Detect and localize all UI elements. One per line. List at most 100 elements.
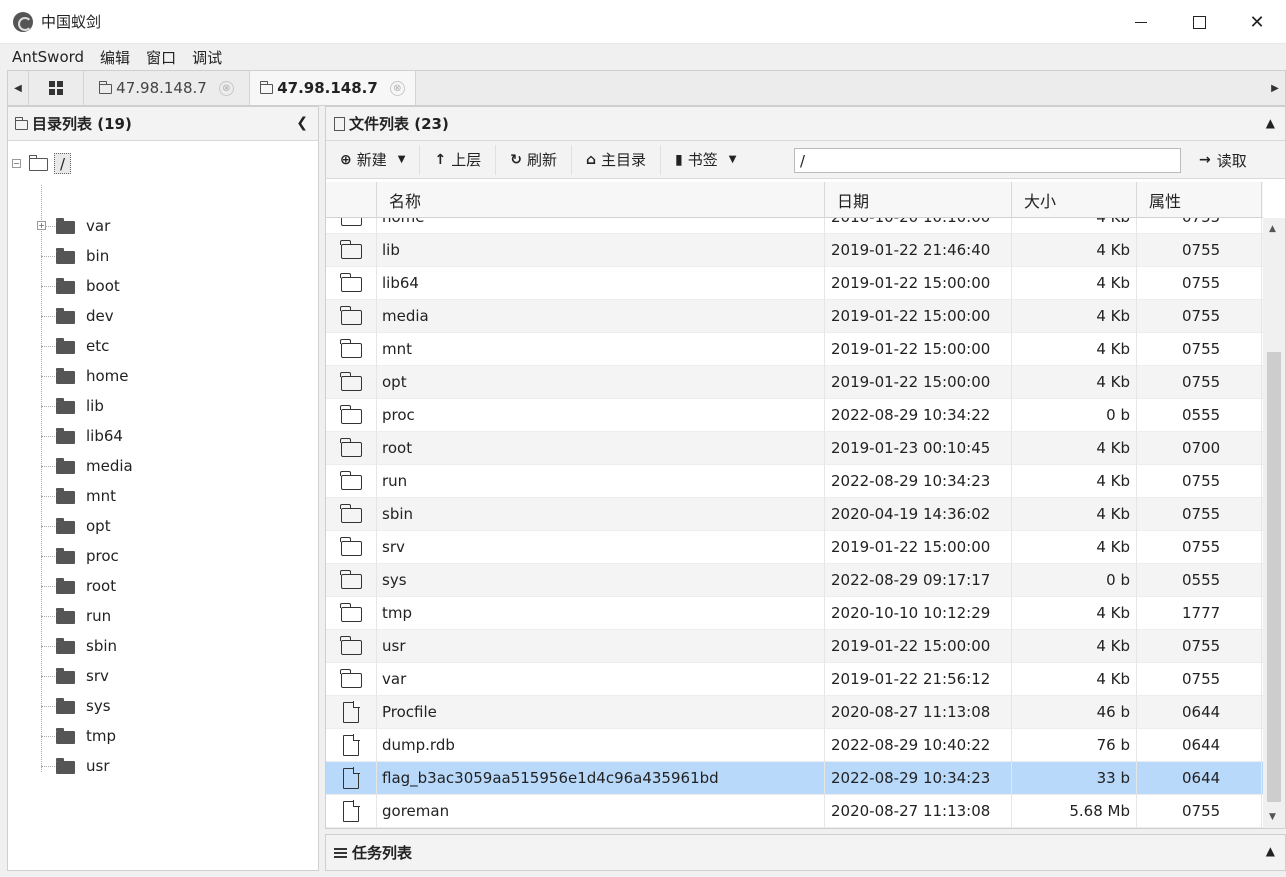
table-row[interactable]: sbin 2020-04-19 14:36:02 4 Kb 0755 — [326, 497, 1263, 531]
close-window-button[interactable]: ✕ — [1228, 0, 1286, 44]
menu-debug[interactable]: 调试 — [192, 47, 222, 68]
table-row[interactable]: media 2019-01-22 15:00:00 4 Kb 0755 — [326, 299, 1263, 333]
tree-item-usr[interactable]: usr — [41, 751, 110, 781]
tree-item-lib[interactable]: lib — [41, 391, 104, 421]
table-row[interactable]: var 2019-01-22 21:56:12 4 Kb 0755 — [326, 662, 1263, 696]
table-row[interactable]: sys 2022-08-29 09:17:17 0 b 0555 — [326, 563, 1263, 597]
refresh-button[interactable]: ↻ 刷新 — [496, 144, 572, 175]
table-row[interactable]: proc 2022-08-29 10:34:22 0 b 0555 — [326, 398, 1263, 432]
file-attr: 0755 — [1137, 365, 1262, 399]
expand-toggle-icon[interactable]: + — [37, 221, 46, 230]
tree-item-run[interactable]: run — [41, 601, 111, 631]
tree-item-opt[interactable]: opt — [41, 511, 111, 541]
table-row[interactable]: srv 2019-01-22 15:00:00 4 Kb 0755 — [326, 530, 1263, 564]
tree-item-tmp[interactable]: tmp — [41, 721, 116, 751]
plus-circle-icon: ⊕ — [340, 151, 352, 168]
tree-item-home[interactable]: home — [41, 361, 129, 391]
tab-close-icon[interactable]: ⊗ — [218, 80, 234, 96]
file-size: 5.68 Mb — [1012, 794, 1137, 828]
column-size[interactable]: 大小 — [1012, 182, 1137, 218]
folder-icon — [56, 367, 75, 384]
file-date: 2019-01-22 21:56:12 — [825, 662, 1012, 696]
tree-item-proc[interactable]: proc — [41, 541, 119, 571]
menu-antsword[interactable]: AntSword — [12, 48, 84, 66]
tree-item-label: usr — [86, 757, 110, 775]
maximize-button[interactable] — [1170, 0, 1228, 44]
scroll-up-icon[interactable]: ▲ — [1269, 224, 1276, 234]
up-level-button[interactable]: ↑ 上层 — [420, 144, 497, 175]
task-panel-header[interactable]: 任务列表 ▲ — [325, 834, 1286, 871]
table-row[interactable]: tmp 2020-10-10 10:12:29 4 Kb 1777 — [326, 596, 1263, 630]
table-row[interactable]: root 2019-01-23 00:10:45 4 Kb 0700 — [326, 431, 1263, 465]
file-panel-header: 文件列表 (23) ▲ — [326, 107, 1285, 141]
tree-item-srv[interactable]: srv — [41, 661, 109, 691]
folder-icon — [340, 438, 362, 457]
folder-open-icon — [29, 155, 48, 171]
table-row[interactable]: home2018-10-20 10:10:004 Kb0755 — [326, 218, 1263, 234]
tab-scroll-left-icon[interactable]: ◀ — [8, 71, 28, 105]
file-date: 2018-10-20 10:10:00 — [825, 218, 1012, 234]
tab-shell-1[interactable]: 47.98.148.7 ⊗ — [84, 71, 250, 105]
tree-item-sys[interactable]: sys — [41, 691, 111, 721]
folder-icon — [260, 81, 274, 94]
tree-item-sbin[interactable]: sbin — [41, 631, 117, 661]
tree-item-dev[interactable]: dev — [41, 301, 114, 331]
file-date: 2022-08-29 10:34:22 — [825, 398, 1012, 432]
file-attr: 0755 — [1137, 629, 1262, 663]
collapse-toggle-icon[interactable]: − — [12, 159, 21, 168]
table-row[interactable]: flag_b3ac3059aa515956e1d4c96a435961bd 202… — [326, 761, 1263, 795]
tree-item-var[interactable]: + var — [37, 211, 110, 241]
tree-item-bin[interactable]: bin — [41, 241, 109, 271]
column-attr[interactable]: 属性 — [1137, 182, 1262, 218]
tree-root[interactable]: − / — [12, 153, 72, 174]
table-row[interactable]: run 2022-08-29 10:34:23 4 Kb 0755 — [326, 464, 1263, 498]
tree-item-lib64[interactable]: lib64 — [41, 421, 123, 451]
path-input[interactable] — [794, 148, 1181, 173]
table-row[interactable]: mnt 2019-01-22 15:00:00 4 Kb 0755 — [326, 332, 1263, 366]
table-row[interactable]: Procfile 2020-08-27 11:13:08 46 b 0644 — [326, 695, 1263, 729]
column-date[interactable]: 日期 — [825, 182, 1012, 218]
menu-edit[interactable]: 编辑 — [100, 47, 130, 68]
file-table-body: home2018-10-20 10:10:004 Kb0755lib2019-0… — [326, 218, 1263, 830]
read-button[interactable]: → 读取 — [1187, 145, 1259, 175]
scroll-down-icon[interactable]: ▼ — [1269, 812, 1276, 822]
tab-shell-2[interactable]: 47.98.148.7 ⊗ — [250, 71, 416, 105]
vertical-scrollbar[interactable]: ▲ ▼ — [1263, 218, 1285, 828]
chevron-down-icon: ▼ — [397, 154, 406, 165]
tab-scroll-right-icon[interactable]: ▶ — [1265, 71, 1285, 105]
file-size: 4 Kb — [1012, 596, 1137, 630]
bookmark-button[interactable]: ▮ 书签 ▼ — [661, 145, 750, 175]
file-attr: 0755 — [1137, 299, 1262, 333]
table-row[interactable]: usr 2019-01-22 15:00:00 4 Kb 0755 — [326, 629, 1263, 663]
table-row[interactable]: goreman 2020-08-27 11:13:08 5.68 Mb 0755 — [326, 794, 1263, 828]
tree-item-boot[interactable]: boot — [41, 271, 120, 301]
file-date: 2020-08-27 11:13:08 — [825, 794, 1012, 828]
tree-item-label: media — [86, 457, 133, 475]
table-row[interactable]: opt 2019-01-22 15:00:00 4 Kb 0755 — [326, 365, 1263, 399]
collapse-up-icon[interactable]: ▲ — [1266, 116, 1275, 130]
menu-window[interactable]: 窗口 — [146, 47, 176, 68]
file-size: 4 Kb — [1012, 530, 1137, 564]
expand-up-icon[interactable]: ▲ — [1266, 844, 1275, 858]
tree-item-mnt[interactable]: mnt — [41, 481, 116, 511]
scrollbar-thumb[interactable] — [1267, 352, 1281, 802]
folder-icon — [56, 277, 75, 294]
new-button[interactable]: ⊕ 新建 ▼ — [326, 144, 421, 175]
collapse-left-icon[interactable]: ❮ — [296, 115, 308, 131]
tab-close-icon[interactable]: ⊗ — [389, 80, 405, 96]
folder-icon — [340, 240, 362, 259]
table-row[interactable]: lib64 2019-01-22 15:00:00 4 Kb 0755 — [326, 266, 1263, 300]
table-row[interactable]: lib 2019-01-22 21:46:40 4 Kb 0755 — [326, 233, 1263, 267]
folder-icon — [56, 337, 75, 354]
tree-item-etc[interactable]: etc — [41, 331, 109, 361]
folder-icon — [340, 570, 362, 589]
file-name: goreman — [377, 794, 825, 828]
tree-item-media[interactable]: media — [41, 451, 133, 481]
tab-home[interactable] — [28, 71, 84, 105]
minimize-button[interactable] — [1112, 0, 1170, 44]
table-row[interactable]: dump.rdb 2022-08-29 10:40:22 76 b 0644 — [326, 728, 1263, 762]
column-name[interactable]: 名称 — [377, 182, 825, 218]
tree-item-root[interactable]: root — [41, 571, 116, 601]
tasks-icon — [334, 847, 347, 858]
home-dir-button[interactable]: ⌂ 主目录 — [572, 144, 661, 175]
